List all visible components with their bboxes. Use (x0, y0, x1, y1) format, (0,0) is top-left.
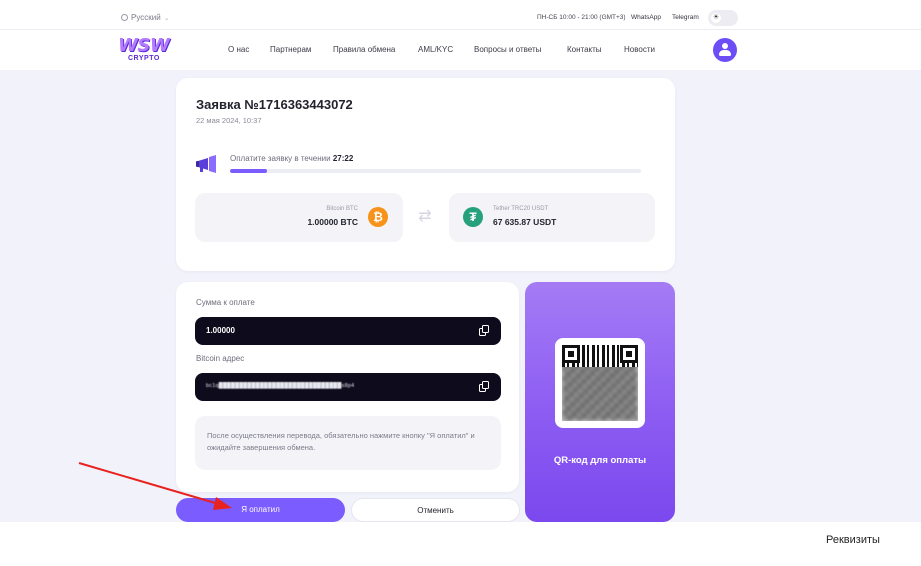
user-icon (722, 43, 728, 49)
sun-icon: ☀ (711, 13, 721, 23)
nav-item-exchange-rules[interactable]: Правила обмена (333, 45, 395, 54)
nav-item-partners[interactable]: Партнерам (270, 45, 311, 54)
payment-details-card: Сумма к оплате 1.00000 Bitcoin адрес bc1… (176, 282, 519, 492)
to-currency-label: Tether TRC20 USDT (493, 206, 549, 212)
swap-icon: ⇄ (418, 208, 432, 225)
language-selector[interactable]: Русский ⌄ (121, 13, 170, 22)
address-label: Bitcoin адрес (196, 354, 245, 363)
from-currency-amount: 1.00000 BTC (307, 217, 358, 227)
timer-progress-bar (230, 169, 641, 173)
chevron-down-icon: ⌄ (163, 14, 170, 22)
from-currency-label: Bitcoin BTC (326, 206, 358, 212)
bitcoin-icon: ₿ (368, 207, 388, 227)
globe-icon (121, 14, 128, 21)
nav-item-faq[interactable]: Вопросы и ответы (474, 45, 541, 54)
from-currency-box: Bitcoin BTC 1.00000 BTC ₿ (195, 193, 403, 242)
amount-label: Сумма к оплате (196, 298, 255, 307)
paid-button[interactable]: Я оплатил (176, 498, 345, 522)
to-currency-box: ₮ Tether TRC20 USDT 67 635.87 USDT (449, 193, 655, 242)
to-currency-amount: 67 635.87 USDT (493, 217, 557, 227)
telegram-link[interactable]: Telegram (672, 14, 699, 21)
copy-icon[interactable] (479, 381, 489, 392)
working-hours: ПН-СБ 10:00 - 21:00 (GMT+3) (537, 14, 626, 21)
nav-item-contacts[interactable]: Контакты (567, 45, 602, 54)
payment-timer: Оплатите заявку в течении 27:22 (230, 154, 353, 163)
nav-item-news[interactable]: Новости (624, 45, 655, 54)
image-caption: Реквизиты (826, 534, 880, 546)
timer-prefix: Оплатите заявку в течении (230, 154, 331, 163)
order-title: Заявка №1716363443072 (196, 97, 353, 112)
megaphone-icon (196, 155, 216, 173)
theme-toggle[interactable]: ☀ (708, 10, 738, 26)
order-card: Заявка №1716363443072 22 мая 2024, 10:37… (176, 78, 675, 271)
top-utility-bar: Русский ⌄ ПН-СБ 10:00 - 21:00 (GMT+3) Wh… (0, 0, 921, 30)
language-label: Русский (131, 13, 161, 22)
timer-value: 27:22 (332, 154, 354, 163)
qr-code (555, 338, 645, 428)
nav-item-aml-kyc[interactable]: AML/KYC (418, 45, 453, 54)
address-value: bc1q██████████████████████████████s8p4 (206, 383, 355, 389)
logo-wordmark: WSW (118, 35, 170, 56)
qr-caption: QR-код для оплаты (553, 455, 647, 466)
nav-item-about[interactable]: О нас (228, 45, 249, 54)
main-navbar: WSW CRYPTO О нас Партнерам Правила обмен… (0, 30, 921, 70)
profile-button[interactable] (713, 38, 737, 62)
cancel-button[interactable]: Отменить (351, 498, 520, 522)
amount-field[interactable]: 1.00000 (195, 317, 501, 345)
address-field[interactable]: bc1q██████████████████████████████s8p4 (195, 373, 501, 401)
qr-card: QR-код для оплаты (525, 282, 675, 522)
copy-icon[interactable] (479, 325, 489, 336)
whatsapp-link[interactable]: WhatsApp (631, 14, 661, 21)
timer-progress-fill (230, 169, 267, 173)
site-logo[interactable]: WSW CRYPTO (118, 35, 170, 65)
amount-value: 1.00000 (206, 326, 235, 335)
tether-icon: ₮ (463, 207, 483, 227)
logo-subtitle: CRYPTO (128, 55, 160, 62)
order-date: 22 мая 2024, 10:37 (196, 116, 262, 125)
payment-instruction-note: После осуществления перевода, обязательн… (195, 416, 501, 470)
